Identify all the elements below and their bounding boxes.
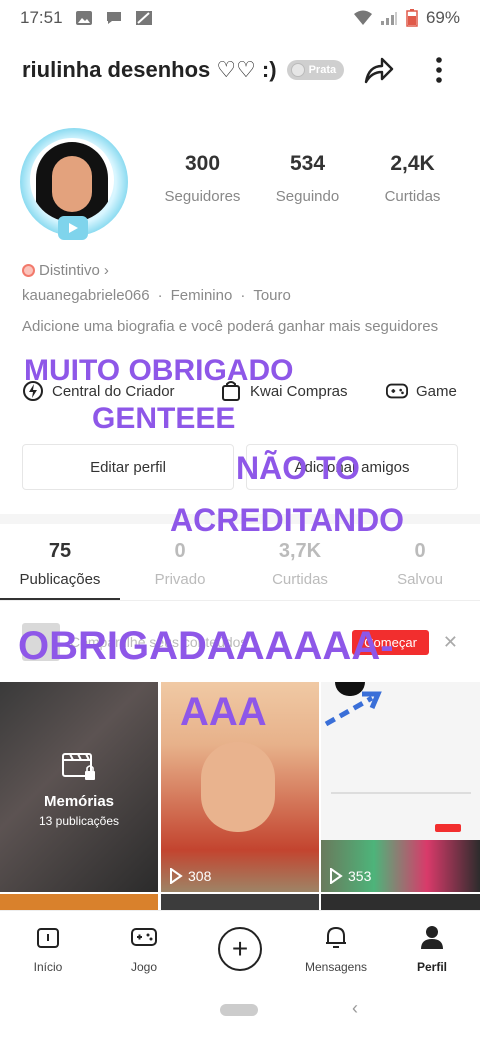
status-time: 17:51 <box>20 8 63 27</box>
username: riulinha desenhos ♡♡ :) <box>22 57 277 82</box>
gamepad-icon <box>386 383 408 399</box>
video-thumbnail[interactable] <box>161 894 319 910</box>
tab-publicacoes[interactable]: 75 Publicações <box>0 540 120 600</box>
badge-label: Prata <box>308 64 337 76</box>
stat-likes[interactable]: 2,4K Curtidas <box>360 152 465 205</box>
overlay-text-line: NÃO TO <box>236 450 360 486</box>
memories-title: Memórias <box>43 793 115 810</box>
wifi-icon <box>353 10 372 25</box>
share-button[interactable] <box>360 52 396 88</box>
play-icon <box>69 223 78 233</box>
tab-salvou[interactable]: 0 Salvou <box>360 540 480 600</box>
content-tabs: 75 Publicações 0 Privado 3,7K Curtidas 0… <box>0 540 480 600</box>
avatar[interactable] <box>18 126 130 242</box>
nav-inicio[interactable]: Início <box>0 911 96 980</box>
overlay-text-line: ACREDITANDO <box>170 502 405 538</box>
profile-meta: kauanegabriele066 · Feminino · Touro <box>22 287 291 304</box>
overlay-text-line: OBRIGADAAAAAA- <box>18 624 394 668</box>
tab-privado[interactable]: 0 Privado <box>120 540 240 600</box>
stat-following[interactable]: 534 Seguindo <box>255 152 360 205</box>
share-icon <box>364 57 394 84</box>
nav-jogo[interactable]: Jogo <box>96 911 192 980</box>
back-chevron-icon[interactable]: ‹ <box>352 998 358 1019</box>
memories-count: 13 publicações <box>38 814 120 828</box>
prata-badge[interactable]: Prata <box>286 60 345 80</box>
battery-percent: 69% <box>425 8 460 27</box>
edit-profile-button[interactable]: Editar perfil <box>22 444 234 490</box>
memories-card[interactable]: Memórias 13 publicações <box>0 682 158 892</box>
profile-bio[interactable]: Adicione uma biografia e você poderá gan… <box>22 318 442 336</box>
image-icon <box>135 11 152 25</box>
memories-icon <box>62 753 95 780</box>
video-thumbnail[interactable] <box>0 894 158 910</box>
nav-create[interactable]: + <box>192 911 288 980</box>
video-thumbnail[interactable] <box>321 894 480 910</box>
status-bar: 17:51 69% <box>0 0 480 36</box>
chevron-right-icon: › <box>103 262 109 279</box>
overlay-text-line: MUITO OBRIGADO <box>24 354 294 387</box>
tab-curtidas[interactable]: 3,7K Curtidas <box>240 540 360 600</box>
bell-icon <box>326 926 346 948</box>
view-count: 353 <box>329 868 371 884</box>
profile-sign: Touro <box>253 287 291 304</box>
distintivo-label: Distintivo <box>39 262 100 279</box>
gallery-icon <box>75 11 92 25</box>
signal-icon <box>380 12 397 25</box>
system-navigation: ‹ <box>0 980 480 1042</box>
nav-mensagens[interactable]: Mensagens <box>288 911 384 980</box>
more-icon <box>436 57 442 83</box>
nav-perfil[interactable]: Perfil <box>384 911 480 980</box>
home-icon <box>37 928 59 948</box>
bottom-navigation: Início Jogo + Mensagens Perfil <box>0 910 480 980</box>
message-icon <box>106 12 121 24</box>
profile-header: riulinha desenhos ♡♡ :) Prata <box>0 48 480 92</box>
game-link[interactable]: Game <box>386 380 457 402</box>
stat-followers[interactable]: 300 Seguidores <box>150 152 255 205</box>
play-outline-icon <box>170 868 183 884</box>
battery-icon <box>406 9 418 27</box>
distintivo-link[interactable]: Distintivo › <box>22 262 109 279</box>
gamepad-icon <box>131 928 157 946</box>
profile-handle: kauanegabriele066 <box>22 287 150 304</box>
badge-icon <box>22 264 35 277</box>
profile-gender: Feminino <box>170 287 233 304</box>
view-count: 308 <box>169 868 211 884</box>
arrow-icon <box>324 691 382 727</box>
play-outline-icon <box>330 868 343 884</box>
avatar-frame-badge <box>58 216 88 240</box>
create-plus-icon: + <box>218 927 262 971</box>
more-options-button[interactable] <box>424 52 454 88</box>
profile-stats: 300 Seguidores 534 Seguindo 2,4K Curtida… <box>150 152 466 205</box>
overlay-text-line: GENTEEE <box>92 402 236 435</box>
profile-icon <box>421 926 443 949</box>
home-gesture-pill[interactable] <box>220 1004 258 1016</box>
close-icon[interactable]: ✕ <box>443 632 458 653</box>
overlay-text-line: AAA <box>180 690 267 734</box>
medal-icon <box>290 63 305 77</box>
